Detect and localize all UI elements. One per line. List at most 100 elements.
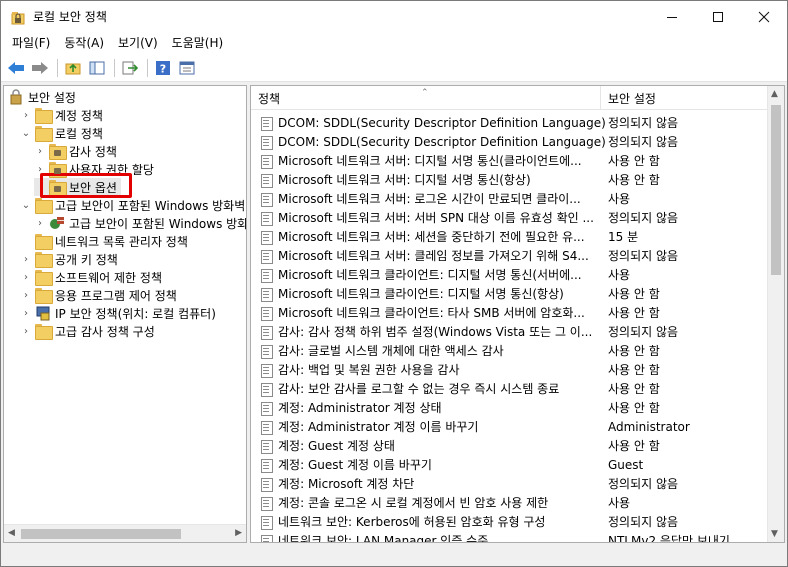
tree-item[interactable]: › 응용 프로그램 제어 정책 [20, 286, 177, 304]
expand-chevron-icon[interactable]: › [20, 106, 32, 124]
menu-action[interactable]: 동작(A) [57, 32, 111, 54]
tree-item[interactable]: 네트워크 목록 관리자 정책 [20, 232, 188, 250]
show-hide-tree-icon[interactable] [86, 57, 108, 79]
policy-setting-icon [260, 382, 274, 397]
tree-item[interactable]: › 고급 감사 정책 구성 [20, 322, 155, 340]
policy-row[interactable]: 계정: Administrator 계정 이름 바꾸기 Administrator [251, 417, 767, 436]
tree-item-label: 고급 보안이 포함된 Windows 방화벽 [55, 198, 246, 213]
back-icon[interactable] [5, 57, 27, 79]
tree-item[interactable]: ⌄ 고급 보안이 포함된 Windows 방화벽 [20, 196, 245, 214]
scroll-right-icon[interactable]: ▶ [235, 528, 242, 538]
scrollbar-thumb[interactable] [21, 529, 181, 539]
policy-row[interactable]: Microsoft 네트워크 클라이언트: 타사 SMB 서버에 암호화... 사… [251, 303, 767, 322]
policy-row[interactable]: 계정: Guest 계정 이름 바꾸기 Guest [251, 455, 767, 474]
policy-setting-icon [260, 325, 274, 340]
policy-row[interactable]: 감사: 백업 및 복원 권한 사용을 감사 사용 안 함 [251, 360, 767, 379]
tree-item[interactable]: › 공개 키 정책 [20, 250, 118, 268]
policy-name: Microsoft 네트워크 서버: 디지털 서명 통신(클라이언트에... [278, 154, 582, 168]
policy-name: 계정: Guest 계정 상태 [278, 439, 395, 453]
close-button[interactable] [741, 1, 787, 32]
expand-chevron-icon[interactable]: › [34, 214, 46, 232]
expand-chevron-icon[interactable]: › [34, 142, 46, 160]
local-security-policy-window: 로컬 보안 정책 파일(F) 동작(A) 보기(V) 도움말(H) ? 보안 설… [0, 0, 788, 567]
scrollbar-thumb[interactable] [771, 105, 781, 275]
column-header-policy-label: 정책 [258, 92, 281, 106]
tree-item[interactable]: › 고급 보안이 포함된 Windows 방화 [34, 214, 246, 232]
tree-item-label: 고급 감사 정책 구성 [55, 324, 155, 339]
tree-item[interactable]: › 감사 정책 [34, 142, 117, 160]
list-vertical-scrollbar[interactable]: ▲ ▼ [767, 86, 784, 542]
policy-row[interactable]: Microsoft 네트워크 서버: 서버 SPN 대상 이름 유효성 확인 .… [251, 208, 767, 227]
policy-setting-icon [260, 249, 274, 264]
folder-icon [35, 288, 53, 304]
policy-name: DCOM: SDDL(Security Descriptor Definitio… [278, 116, 611, 130]
export-list-icon[interactable] [119, 57, 141, 79]
help-icon[interactable]: ? [152, 57, 174, 79]
policy-row[interactable]: 계정: Microsoft 계정 차단 정의되지 않음 [251, 474, 767, 493]
properties-icon[interactable] [176, 57, 198, 79]
expand-chevron-icon[interactable]: › [20, 286, 32, 304]
policy-row[interactable]: Microsoft 네트워크 클라이언트: 디지털 서명 통신(항상) 사용 안 … [251, 284, 767, 303]
policy-setting-icon [260, 420, 274, 435]
policy-tree: 보안 설정 › 계정 정책 ⌄ 로컬 정책 › 감사 정책 › 사용자 권한 할당 보안 옵션 ⌄ 고… [4, 86, 246, 522]
policy-setting-icon [260, 401, 274, 416]
policy-row[interactable]: Microsoft 네트워크 서버: 디지털 서명 통신(클라이언트에... 사용… [251, 151, 767, 170]
tree-horizontal-scrollbar[interactable]: ◀ ▶ [4, 524, 246, 542]
status-bar [1, 546, 787, 566]
policy-security-setting: 사용 안 함 [608, 173, 660, 187]
tree-item[interactable]: 보안 설정 [8, 88, 76, 106]
policy-row[interactable]: DCOM: SDDL(Security Descriptor Definitio… [251, 132, 767, 151]
policy-row[interactable]: 감사: 글로벌 시스템 개체에 대한 액세스 감사 사용 안 함 [251, 341, 767, 360]
policy-security-setting: 사용 [608, 496, 631, 510]
expand-chevron-icon[interactable]: › [20, 268, 32, 286]
menu-help[interactable]: 도움말(H) [165, 32, 231, 54]
scroll-down-icon[interactable]: ▼ [771, 529, 778, 539]
column-header-security-setting[interactable]: 보안 설정 [601, 86, 767, 110]
policy-row[interactable]: 감사: 감사 정책 하위 범주 설정(Windows Vista 또는 그 이.… [251, 322, 767, 341]
policy-row[interactable]: Microsoft 네트워크 서버: 세션을 중단하기 전에 필요한 유... 1… [251, 227, 767, 246]
policy-row[interactable]: 계정: 콘솔 로그온 시 로컬 계정에서 빈 암호 사용 제한 사용 [251, 493, 767, 512]
tree-item-label: 고급 보안이 포함된 Windows 방화 [69, 216, 246, 231]
tree-item[interactable]: › 소프트웨어 제한 정책 [20, 268, 162, 286]
expand-chevron-icon[interactable]: › [20, 250, 32, 268]
policy-security-setting: 정의되지 않음 [608, 116, 679, 130]
policy-row[interactable]: Microsoft 네트워크 서버: 클레임 정보를 가져오기 위해 S4...… [251, 246, 767, 265]
policy-row[interactable]: 감사: 보안 감사를 로그할 수 없는 경우 즉시 시스템 종료 사용 안 함 [251, 379, 767, 398]
folder-icon [35, 234, 53, 250]
expand-chevron-icon[interactable]: › [20, 322, 32, 340]
scroll-up-icon[interactable]: ▲ [771, 89, 778, 99]
policy-setting-icon [260, 515, 274, 530]
policy-row[interactable]: 네트워크 보안: LAN Manager 인증 수준 NTLMv2 응답만 보내기 [251, 531, 767, 542]
tree-item[interactable]: ⌄ 로컬 정책 [20, 124, 103, 142]
policy-row[interactable]: 네트워크 보안: Kerberos에 허용된 암호화 유형 구성 정의되지 않음 [251, 512, 767, 531]
policy-row[interactable]: DCOM: SDDL(Security Descriptor Definitio… [251, 113, 767, 132]
policy-security-setting: 정의되지 않음 [608, 477, 679, 491]
menu-view[interactable]: 보기(V) [111, 32, 165, 54]
collapse-chevron-icon[interactable]: ⌄ [20, 124, 32, 142]
policy-setting-icon [260, 287, 274, 302]
menu-file[interactable]: 파일(F) [5, 32, 57, 54]
folder-icon [35, 108, 53, 124]
policy-name: Microsoft 네트워크 서버: 서버 SPN 대상 이름 유효성 확인 .… [278, 211, 594, 225]
policy-setting-icon [260, 192, 274, 207]
policy-row[interactable]: 계정: Guest 계정 상태 사용 안 함 [251, 436, 767, 455]
column-header-policy[interactable]: ⌃ 정책 [251, 86, 601, 110]
policy-row[interactable]: Microsoft 네트워크 서버: 로그온 시간이 만료되면 클라이... 사용 [251, 189, 767, 208]
policy-row[interactable]: Microsoft 네트워크 서버: 디지털 서명 통신(항상) 사용 안 함 [251, 170, 767, 189]
policy-name: 계정: 콘솔 로그온 시 로컬 계정에서 빈 암호 사용 제한 [278, 496, 549, 510]
folder-icon [35, 270, 53, 286]
policy-rows: DCOM: SDDL(Security Descriptor Definitio… [251, 110, 767, 542]
up-folder-icon[interactable] [62, 57, 84, 79]
minimize-button[interactable] [649, 1, 695, 32]
tree-item[interactable]: › 계정 정책 [20, 106, 103, 124]
title-bar: 로컬 보안 정책 [1, 1, 787, 32]
folder-icon [35, 126, 53, 142]
policy-row[interactable]: Microsoft 네트워크 클라이언트: 디지털 서명 통신(서버에... 사용 [251, 265, 767, 284]
maximize-button[interactable] [695, 1, 741, 32]
policy-row[interactable]: 계정: Administrator 계정 상태 사용 안 함 [251, 398, 767, 417]
tree-item[interactable]: › IP 보안 정책(위치: 로컬 컴퓨터) [20, 304, 216, 322]
expand-chevron-icon[interactable]: › [20, 304, 32, 322]
scroll-left-icon[interactable]: ◀ [8, 528, 15, 538]
collapse-chevron-icon[interactable]: ⌄ [20, 196, 32, 214]
forward-icon[interactable] [29, 57, 51, 79]
